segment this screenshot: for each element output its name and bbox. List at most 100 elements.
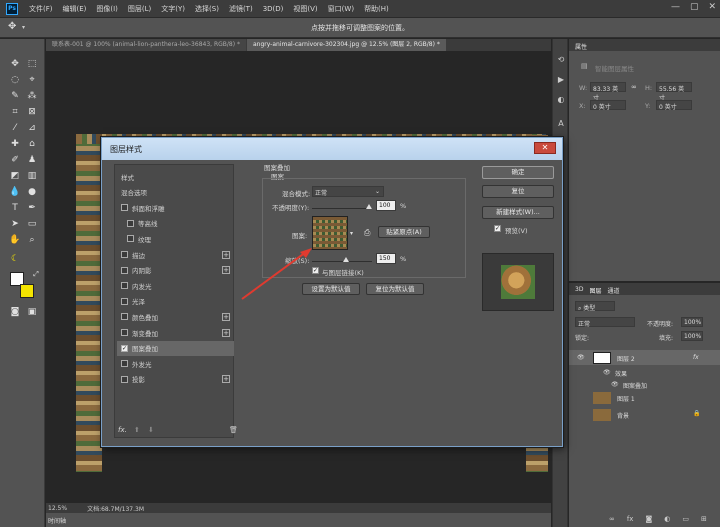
style-item-13[interactable]: 投影 +: [117, 372, 234, 387]
pen-icon[interactable]: ✒: [25, 201, 39, 215]
style-item-1[interactable]: 混合选项: [117, 185, 234, 200]
menu-edit[interactable]: 编辑(E): [58, 4, 92, 14]
y-field[interactable]: 0 英寸: [656, 100, 692, 111]
frame-icon[interactable]: ⊠: [25, 105, 39, 119]
add-instance-icon[interactable]: +: [222, 250, 230, 259]
style-item-8[interactable]: 光泽: [117, 294, 234, 309]
layer-blend-mode[interactable]: 正常: [575, 317, 635, 328]
style-checkbox[interactable]: [121, 266, 128, 274]
add-instance-icon[interactable]: +: [222, 375, 230, 384]
menu-select[interactable]: 选择(S): [190, 4, 224, 14]
pattern-dropdown-icon[interactable]: ▾: [350, 230, 353, 237]
move-icon[interactable]: ✥: [8, 57, 22, 71]
timeline-tab[interactable]: 时间轴: [46, 513, 551, 527]
move-up-icon[interactable]: ⬆: [134, 426, 140, 434]
minimize-icon[interactable]: —: [671, 2, 680, 12]
maximize-icon[interactable]: ▢: [690, 2, 699, 12]
history-icon[interactable]: ⟲: [556, 55, 566, 65]
type-icon[interactable]: T: [8, 201, 22, 215]
fx-icon[interactable]: fx: [693, 354, 699, 361]
close-icon[interactable]: ✕: [534, 142, 556, 154]
polygon-lasso-icon[interactable]: ⌖: [25, 73, 39, 87]
add-instance-icon[interactable]: +: [222, 312, 230, 321]
menu-layer[interactable]: 图层(L): [123, 4, 156, 14]
group-icon[interactable]: ▭: [682, 515, 689, 523]
quick-select-icon[interactable]: ✎: [8, 89, 22, 103]
eraser-icon[interactable]: ◩: [8, 169, 22, 183]
menu-type[interactable]: 文字(Y): [156, 4, 190, 14]
new-layer-icon[interactable]: ⊞: [701, 515, 707, 523]
move-down-icon[interactable]: ⬇: [148, 426, 154, 434]
properties-tab[interactable]: 属性: [569, 39, 720, 51]
close-window-icon[interactable]: ✕: [708, 2, 716, 12]
style-checkbox[interactable]: [121, 282, 128, 290]
style-item-4[interactable]: 纹理: [117, 231, 234, 246]
banana-icon[interactable]: ☾: [8, 252, 22, 266]
eyedropper-icon[interactable]: ⁄: [8, 121, 22, 135]
background-color-swatch[interactable]: [20, 284, 34, 298]
style-item-6[interactable]: 内阴影 +: [117, 263, 234, 278]
add-style-icon[interactable]: fx: [627, 515, 634, 523]
style-item-11[interactable]: ✓ 图案叠加: [117, 340, 234, 356]
add-mask-icon[interactable]: ◙: [645, 515, 652, 523]
width-field[interactable]: 83.33 英寸: [590, 82, 626, 102]
adjustment-layer-icon[interactable]: ◐: [664, 515, 670, 523]
effects-eye-icon[interactable]: 👁: [603, 369, 611, 376]
shape-icon[interactable]: ▭: [25, 217, 39, 231]
scale-slider[interactable]: [312, 261, 372, 262]
style-checkbox[interactable]: [121, 251, 128, 258]
scale-field[interactable]: 150: [376, 253, 396, 264]
preview-checkbox[interactable]: ✓: [494, 225, 501, 232]
link-icon[interactable]: ∞: [631, 83, 637, 91]
layer-filter-dropdown[interactable]: ⌕ 类型: [575, 301, 615, 312]
layer-row-layer1[interactable]: 图层 1: [569, 390, 720, 405]
pattern-eye-icon[interactable]: 👁: [611, 381, 619, 388]
style-checkbox[interactable]: [121, 360, 128, 368]
marquee-icon[interactable]: ⬚: [25, 57, 39, 71]
delete-style-icon[interactable]: 🗑: [229, 426, 238, 434]
menu-file[interactable]: 文件(F): [24, 4, 58, 14]
style-item-9[interactable]: 颜色叠加 +: [117, 309, 234, 324]
style-checkbox[interactable]: [127, 219, 134, 227]
layer-fill-field[interactable]: 100%: [681, 331, 703, 341]
menu-help[interactable]: 帮助(H): [359, 4, 394, 14]
style-item-3[interactable]: 等高线: [117, 216, 234, 231]
zoom-icon[interactable]: ⌕: [25, 233, 39, 247]
style-item-5[interactable]: 描边 +: [117, 247, 234, 262]
quick-mask-icon[interactable]: ◙: [8, 305, 22, 319]
patch-icon[interactable]: ⌂: [25, 137, 39, 151]
reset-button[interactable]: 复位: [482, 185, 554, 198]
lasso-icon[interactable]: ◌: [8, 73, 22, 87]
style-checkbox[interactable]: [121, 329, 128, 336]
style-item-10[interactable]: 渐变叠加 +: [117, 325, 234, 340]
style-checkbox[interactable]: ✓: [121, 344, 128, 352]
adjustments-icon[interactable]: ◐: [556, 95, 566, 105]
blur-icon[interactable]: 💧: [8, 185, 22, 199]
menu-3d[interactable]: 3D(D): [258, 5, 289, 13]
actions-icon[interactable]: ▶: [556, 75, 566, 85]
zoom-level[interactable]: 12.5%: [48, 505, 67, 512]
dodge-icon[interactable]: ●: [25, 185, 39, 199]
reset-default-button[interactable]: 复位为默认值: [366, 283, 424, 295]
ruler-icon[interactable]: ⊿: [25, 121, 39, 135]
height-field[interactable]: 55.56 英寸: [656, 82, 692, 102]
tab-channels[interactable]: 通道: [607, 286, 619, 295]
visibility-eye-icon[interactable]: 👁: [577, 354, 585, 361]
opacity-slider[interactable]: [312, 208, 372, 209]
ok-button[interactable]: 确定: [482, 166, 554, 179]
scale-slider-knob[interactable]: [343, 257, 349, 262]
style-item-12[interactable]: 外发光: [117, 356, 234, 371]
style-checkbox[interactable]: [127, 235, 134, 243]
menu-filter[interactable]: 滤镜(T): [224, 4, 258, 14]
style-checkbox[interactable]: [121, 204, 128, 212]
screen-mode-icon[interactable]: ▣: [25, 305, 39, 319]
menu-window[interactable]: 窗口(W): [323, 4, 359, 14]
x-field[interactable]: 0 英寸: [590, 100, 626, 111]
link-layers-icon[interactable]: ∞: [609, 515, 615, 523]
style-checkbox[interactable]: [121, 313, 128, 321]
new-preset-icon[interactable]: ⎙: [364, 228, 370, 238]
opacity-field[interactable]: 100: [376, 200, 396, 211]
add-instance-icon[interactable]: +: [222, 328, 230, 337]
style-item-0[interactable]: 样式: [117, 169, 234, 184]
brush-icon[interactable]: ✐: [8, 153, 22, 167]
